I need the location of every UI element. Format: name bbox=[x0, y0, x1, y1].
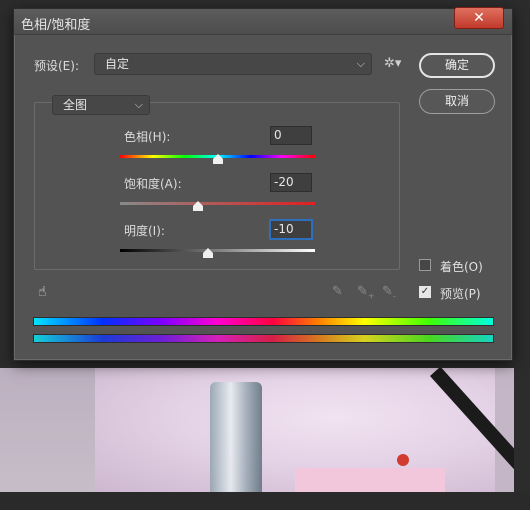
ok-button[interactable]: 确定 bbox=[419, 53, 495, 78]
adjustment-group bbox=[34, 102, 400, 270]
preview-label[interactable]: 预览(P) bbox=[440, 285, 481, 302]
edit-range-select[interactable]: 全图 ⌵ bbox=[52, 95, 150, 115]
lightness-input[interactable]: -10 bbox=[270, 220, 312, 239]
photo-bottle bbox=[210, 382, 262, 492]
saturation-label: 饱和度(A): bbox=[124, 177, 182, 191]
background-photo bbox=[0, 368, 514, 492]
preset-select[interactable]: 自定 ⌵ bbox=[94, 53, 372, 75]
hue-input[interactable]: 0 bbox=[270, 126, 312, 145]
eyedropper-subtract-icon[interactable]: ✎- bbox=[382, 284, 396, 301]
hue-saturation-dialog: 色相/饱和度 ✕ 预设(E): 自定 ⌵ ✲▾ 确定 取消 全图 ⌵ 色相(H)… bbox=[13, 7, 513, 361]
preset-value: 自定 bbox=[105, 57, 130, 71]
chevron-down-icon: ⌵ bbox=[134, 98, 143, 111]
canvas-bottom-bar bbox=[0, 492, 530, 510]
output-hue-spectrum-bar bbox=[33, 334, 494, 343]
preview-checkbox[interactable]: ✓ bbox=[419, 286, 431, 298]
close-button[interactable]: ✕ bbox=[454, 7, 504, 29]
cancel-button[interactable]: 取消 bbox=[419, 89, 495, 114]
targeted-adjustment-hand-icon[interactable]: ☝ bbox=[38, 284, 47, 300]
photo-left-region bbox=[0, 368, 100, 492]
dialog-title: 色相/饱和度 bbox=[21, 18, 91, 33]
lightness-slider-track[interactable] bbox=[120, 249, 315, 252]
saturation-input[interactable]: -20 bbox=[270, 173, 312, 192]
preset-label: 预设(E): bbox=[34, 59, 79, 73]
photo-badge bbox=[397, 454, 409, 466]
lightness-label: 明度(I): bbox=[124, 224, 165, 238]
edit-range-value: 全图 bbox=[63, 98, 88, 112]
eyedropper-add-icon[interactable]: ✎+ bbox=[357, 284, 375, 301]
colorize-checkbox[interactable] bbox=[419, 259, 431, 271]
close-icon: ✕ bbox=[473, 10, 485, 26]
eyedropper-icon[interactable]: ✎ bbox=[332, 284, 343, 299]
photo-name-card bbox=[295, 468, 445, 492]
hue-label: 色相(H): bbox=[124, 130, 171, 144]
saturation-slider-track[interactable] bbox=[120, 202, 315, 205]
chevron-down-icon: ⌵ bbox=[356, 57, 365, 70]
dialog-titlebar[interactable]: 色相/饱和度 ✕ bbox=[14, 7, 512, 35]
gear-icon[interactable]: ✲▾ bbox=[384, 56, 401, 71]
colorize-label[interactable]: 着色(O) bbox=[440, 258, 483, 275]
input-hue-spectrum-bar bbox=[33, 317, 494, 326]
